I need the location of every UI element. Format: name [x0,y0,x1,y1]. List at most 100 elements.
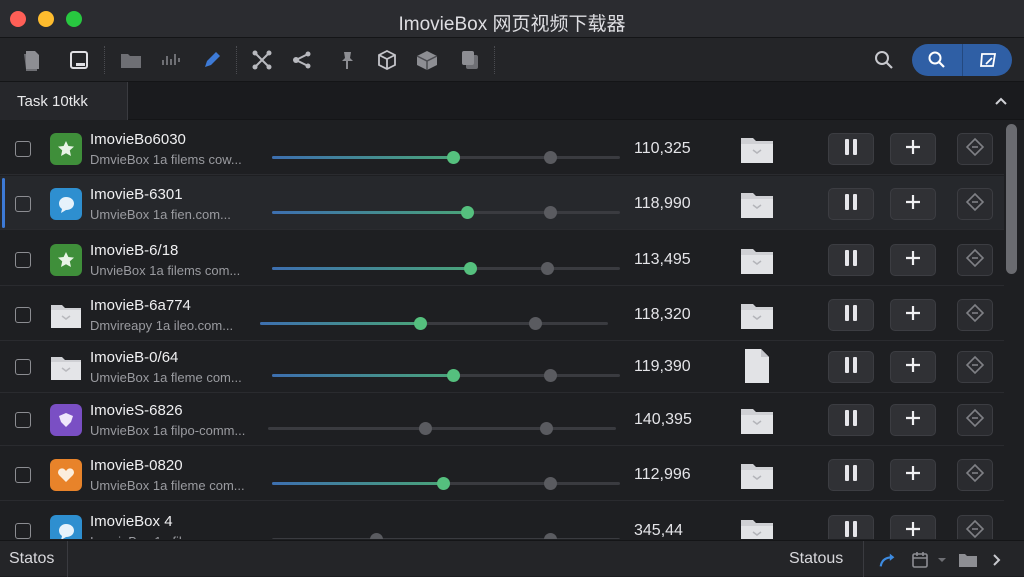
progress-track[interactable] [272,369,620,382]
progress-fill [272,156,453,159]
more-button[interactable] [957,459,993,491]
download-frame-icon[interactable] [67,48,91,72]
add-button[interactable] [890,133,936,165]
row-checkbox[interactable] [15,196,31,212]
row-checkbox[interactable] [15,412,31,428]
pen-icon[interactable] [200,48,224,72]
progress-handle[interactable] [419,422,432,435]
range-end-handle[interactable] [541,262,554,275]
pause-button[interactable] [828,459,874,491]
pause-icon [843,304,859,327]
download-row[interactable]: ImovieB-6301 UmvieBox 1a fien.com... 118,9… [0,176,1004,230]
calendar-icon[interactable] [910,550,930,570]
tab-task[interactable]: Task 10tkk [0,82,128,120]
range-end-handle[interactable] [544,533,557,539]
download-row[interactable]: ImovieB-0/64 UmvieBox 1a fleme com... 119,… [0,339,1004,393]
more-button[interactable] [957,244,993,276]
add-button[interactable] [890,351,936,383]
folder-icon[interactable] [740,460,774,490]
row-checkbox[interactable] [15,141,31,157]
download-row[interactable]: ImovieB-0820 UmvieBox 1a fileme com... 112… [0,447,1004,501]
folder-icon[interactable] [119,48,143,72]
progress-handle[interactable] [447,369,460,382]
plus-icon [904,520,922,540]
download-row[interactable]: ImovieBo6030 DmvieBox 1a filems cow... 110… [0,121,1004,175]
share-icon[interactable] [290,48,314,72]
chevron-down-icon[interactable] [936,550,948,570]
range-end-handle[interactable] [544,369,557,382]
range-end-handle[interactable] [529,317,542,330]
download-size: 118,990 [634,195,691,212]
add-button[interactable] [890,515,936,539]
pause-button[interactable] [828,133,874,165]
range-end-handle[interactable] [544,151,557,164]
pause-button[interactable] [828,515,874,539]
folder-icon[interactable] [740,516,774,539]
search-view-button[interactable] [912,44,962,76]
progress-track[interactable] [272,533,620,539]
progress-handle[interactable] [437,477,450,490]
download-row[interactable]: ImovieS-6826 UmvieBox 1a filpo-comm... 140… [0,392,1004,446]
more-button[interactable] [957,404,993,436]
progress-handle[interactable] [461,206,474,219]
search-icon[interactable] [872,48,896,72]
pause-button[interactable] [828,244,874,276]
progress-handle[interactable] [414,317,427,330]
progress-handle[interactable] [370,533,383,539]
box-icon[interactable] [415,48,439,72]
pause-button[interactable] [828,299,874,331]
more-button[interactable] [957,299,993,331]
add-button[interactable] [890,404,936,436]
document-icon[interactable] [740,349,774,383]
row-checkbox[interactable] [15,359,31,375]
pause-button[interactable] [828,351,874,383]
folder-icon[interactable] [740,405,774,435]
window-title: ImovieBox 网页视频下载器 [398,14,626,35]
progress-track[interactable] [272,206,620,219]
heart-app-icon [50,459,82,491]
range-end-handle[interactable] [544,206,557,219]
more-button[interactable] [957,515,993,539]
copy-icon[interactable] [458,48,482,72]
add-button[interactable] [890,188,936,220]
redo-arrow-icon[interactable] [878,550,898,570]
more-button[interactable] [957,133,993,165]
folder-icon[interactable] [740,189,774,219]
row-checkbox[interactable] [15,252,31,268]
download-row[interactable]: ImovieB-6/18 UnvieBox 1a filems com... 113… [0,232,1004,286]
nodes-icon[interactable] [250,48,274,72]
scrollbar[interactable] [1006,124,1017,274]
folder-icon[interactable] [958,550,978,570]
pin-icon[interactable] [335,48,359,72]
document-icon[interactable] [20,48,44,72]
more-button[interactable] [957,188,993,220]
pause-button[interactable] [828,404,874,436]
download-row[interactable]: ImovieB-6a774 Dmvireapy 1a ileo.com... 118… [0,287,1004,341]
more-button[interactable] [957,351,993,383]
download-row[interactable]: ImovieBox 4 ImovieBox 1a filems com... 345… [0,503,1004,539]
progress-track[interactable] [260,317,608,330]
range-end-handle[interactable] [544,477,557,490]
waveform-icon[interactable] [159,48,183,72]
add-button[interactable] [890,459,936,491]
add-button[interactable] [890,244,936,276]
row-checkbox[interactable] [15,307,31,323]
pause-button[interactable] [828,188,874,220]
row-checkbox[interactable] [15,467,31,483]
folder-icon[interactable] [740,300,774,330]
progress-track[interactable] [268,422,616,435]
add-button[interactable] [890,299,936,331]
chevron-up-icon[interactable] [992,92,1010,110]
row-checkbox[interactable] [15,523,31,539]
progress-track[interactable] [272,262,620,275]
folder-icon[interactable] [740,134,774,164]
cube-icon[interactable] [375,48,399,72]
progress-track[interactable] [272,477,620,490]
progress-handle[interactable] [447,151,460,164]
folder-icon[interactable] [740,245,774,275]
frame-view-button[interactable] [962,44,1012,76]
progress-handle[interactable] [464,262,477,275]
chevron-right-icon[interactable] [986,550,1006,570]
progress-track[interactable] [272,151,620,164]
range-end-handle[interactable] [540,422,553,435]
